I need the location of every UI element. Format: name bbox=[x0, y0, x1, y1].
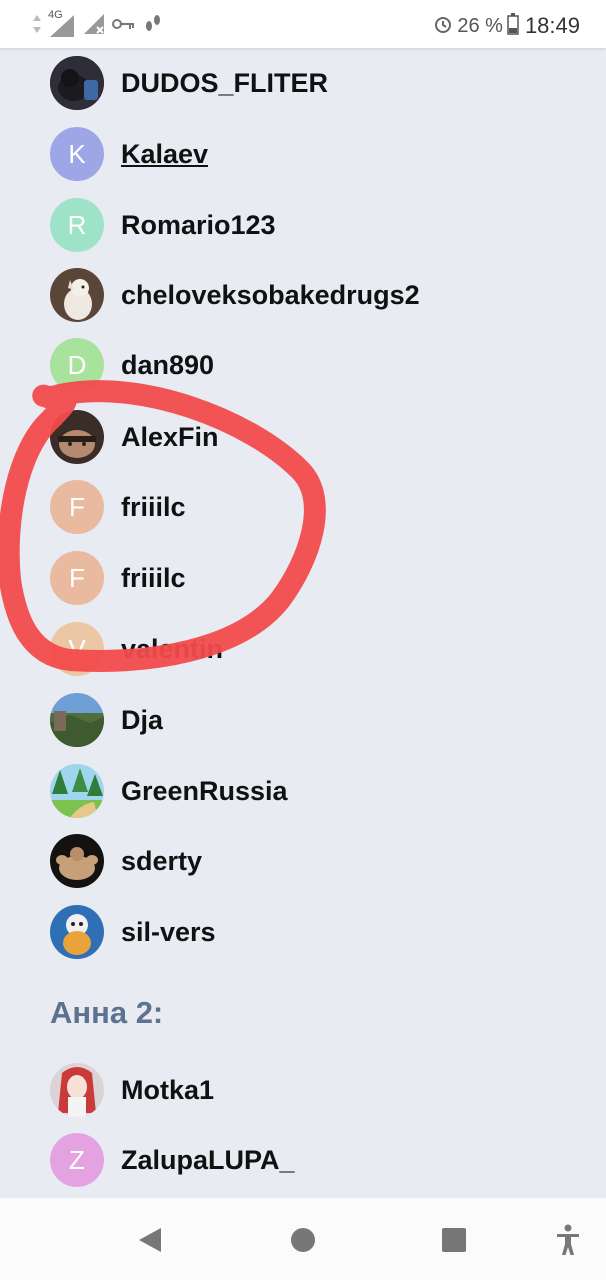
member-row[interactable]: Motka1 bbox=[50, 1063, 590, 1117]
navigation-bar bbox=[0, 1198, 606, 1280]
letter-avatar[interactable]: V bbox=[50, 622, 104, 676]
member-name[interactable]: dan890 bbox=[121, 350, 214, 381]
letter-avatar[interactable]: Z bbox=[50, 1133, 104, 1187]
bodybuilder-avatar[interactable] bbox=[50, 834, 104, 888]
face-photo-avatar[interactable] bbox=[50, 410, 104, 464]
member-name[interactable]: cheloveksobakedrugs2 bbox=[121, 280, 420, 311]
cartoon-dog-avatar[interactable] bbox=[50, 268, 104, 322]
member-name[interactable]: Kalaev bbox=[121, 139, 208, 170]
member-row[interactable]: DUDOS_FLITER bbox=[50, 56, 590, 110]
member-row[interactable]: GreenRussia bbox=[50, 764, 590, 818]
dark-cat-photo-avatar[interactable] bbox=[50, 56, 104, 110]
steps-icon bbox=[142, 12, 164, 41]
member-row[interactable]: K Kalaev bbox=[50, 127, 590, 181]
back-icon[interactable] bbox=[130, 1220, 170, 1260]
member-name[interactable]: DUDOS_FLITER bbox=[121, 68, 328, 99]
member-name[interactable]: ZalupaLUPA_ bbox=[121, 1145, 295, 1176]
member-name[interactable]: Motka1 bbox=[121, 1075, 214, 1106]
member-name[interactable]: sderty bbox=[121, 846, 202, 877]
letter-avatar[interactable]: D bbox=[50, 338, 104, 392]
member-name[interactable]: Romario123 bbox=[121, 210, 276, 241]
letter-avatar[interactable]: R bbox=[50, 198, 104, 252]
member-name[interactable]: GreenRussia bbox=[121, 776, 288, 807]
section-title: Анна 2: bbox=[50, 995, 164, 1030]
forest-avatar[interactable] bbox=[50, 764, 104, 818]
member-name[interactable]: sil-vers bbox=[121, 917, 216, 948]
letter-avatar[interactable]: F bbox=[50, 551, 104, 605]
member-row[interactable]: Z ZalupaLUPA_ bbox=[50, 1133, 590, 1187]
landscape-photo-avatar[interactable] bbox=[50, 693, 104, 747]
member-row[interactable]: sderty bbox=[50, 834, 590, 888]
network-signal-icon: 4G bbox=[48, 9, 76, 39]
member-name[interactable]: Dja bbox=[121, 705, 163, 736]
signal-no-sim-icon bbox=[82, 12, 106, 41]
member-row[interactable]: V valentin bbox=[50, 622, 590, 676]
member-name[interactable]: friiilc bbox=[121, 492, 186, 523]
member-row[interactable]: AlexFin bbox=[50, 410, 590, 464]
home-icon[interactable] bbox=[283, 1220, 323, 1260]
member-row[interactable]: sil-vers bbox=[50, 905, 590, 959]
battery-percent: 26 % bbox=[457, 14, 503, 37]
recents-icon[interactable] bbox=[434, 1220, 474, 1260]
letter-avatar[interactable]: F bbox=[50, 480, 104, 534]
key-icon bbox=[112, 17, 136, 36]
clock: 18:49 bbox=[524, 13, 580, 38]
letter-avatar[interactable]: K bbox=[50, 127, 104, 181]
alarm-icon bbox=[433, 14, 453, 39]
member-row[interactable]: Dja bbox=[50, 693, 590, 747]
cartoon-character-avatar[interactable] bbox=[50, 905, 104, 959]
member-name[interactable]: AlexFin bbox=[121, 422, 219, 453]
status-bar: 4G 26 % 18:49 bbox=[0, 0, 606, 48]
member-row[interactable]: D dan890 bbox=[50, 338, 590, 392]
member-name[interactable]: friiilc bbox=[121, 563, 186, 594]
battery-icon bbox=[507, 12, 519, 40]
member-row[interactable]: F friiilc bbox=[50, 551, 590, 605]
accessibility-icon[interactable] bbox=[548, 1220, 588, 1260]
member-row[interactable]: F friiilc bbox=[50, 480, 590, 534]
member-name[interactable]: valentin bbox=[121, 634, 223, 665]
data-arrows-icon bbox=[32, 13, 42, 40]
anime-girl-avatar[interactable] bbox=[50, 1063, 104, 1117]
member-row[interactable]: R Romario123 bbox=[50, 198, 590, 252]
member-row[interactable]: cheloveksobakedrugs2 bbox=[50, 268, 590, 322]
